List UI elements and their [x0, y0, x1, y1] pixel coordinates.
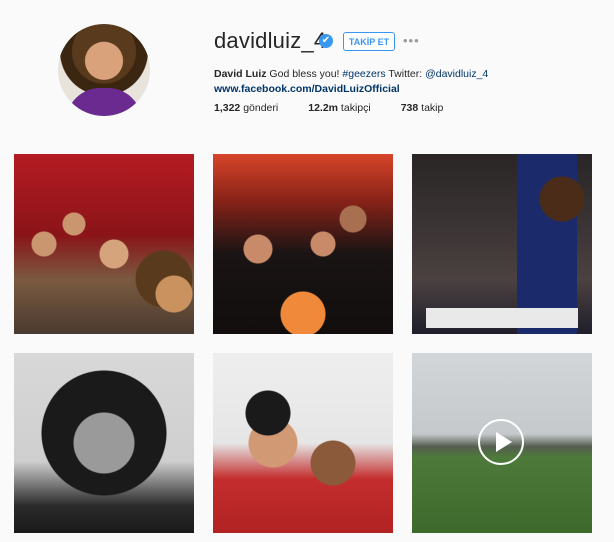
profile-bio: David Luiz God bless you! #geezers Twitt…: [214, 68, 488, 80]
profile-website-link[interactable]: www.facebook.com/DavidLuizOfficial: [214, 83, 400, 95]
posts-count-label: gönderi: [240, 102, 279, 114]
bio-handle-link[interactable]: @davidluiz_4: [425, 68, 488, 80]
followers-count-value: 12.2m: [308, 102, 339, 114]
follow-button[interactable]: TAKİP ET: [343, 32, 395, 51]
bio-name: David Luiz: [214, 68, 267, 80]
following-count-value: 738: [400, 102, 419, 114]
followers-count-label: takipçi: [338, 102, 371, 114]
play-icon[interactable]: [478, 419, 524, 465]
profile-username: davidluiz_4: [214, 28, 327, 53]
bio-hashtag-link[interactable]: #geezers: [342, 68, 385, 80]
post-thumbnail[interactable]: [412, 154, 592, 334]
scoreboard-overlay: [426, 308, 578, 328]
bio-text-twitter: Twitter:: [385, 68, 426, 80]
following-count-label: takip: [418, 102, 444, 114]
following-count[interactable]: 738 takip: [401, 102, 444, 114]
avatar-shirt: [66, 88, 142, 116]
more-options-icon[interactable]: •••: [403, 33, 420, 48]
bio-text: God bless you!: [266, 68, 343, 80]
post-thumbnail[interactable]: [14, 353, 194, 533]
post-thumbnail[interactable]: [213, 154, 393, 334]
followers-count[interactable]: 12.2m takipçi: [308, 102, 370, 114]
post-thumbnail[interactable]: [213, 353, 393, 533]
posts-count: 1,322 gönderi: [214, 102, 278, 114]
post-thumbnail[interactable]: [14, 154, 194, 334]
profile-stats: 1,322 gönderi 12.2m takipçi 738 takip: [214, 102, 473, 114]
video-thumbnail[interactable]: [412, 353, 592, 533]
posts-count-value: 1,322: [214, 102, 241, 114]
verified-badge-icon: ✔: [319, 34, 333, 48]
profile-avatar[interactable]: [58, 24, 150, 116]
